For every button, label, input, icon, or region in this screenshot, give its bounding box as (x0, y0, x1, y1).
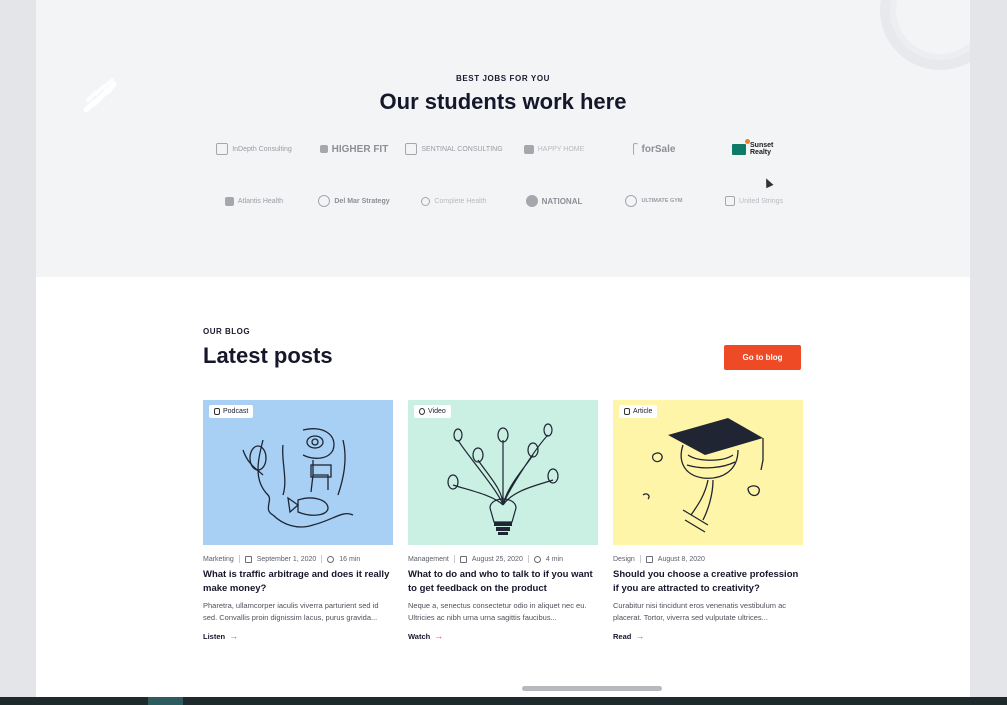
post-image[interactable]: Article (613, 400, 803, 545)
play-icon (419, 408, 425, 415)
arrow-right-icon: → (635, 631, 645, 641)
blog-eyebrow: OUR BLOG (203, 327, 251, 336)
house-icon (523, 144, 534, 154)
shield-icon (525, 195, 538, 207)
box-icon (216, 143, 229, 155)
post-action-link[interactable]: Listen → (203, 631, 393, 641)
post-meta: Management August 25, 2020 4 min (408, 555, 598, 563)
right-margin (970, 0, 1007, 697)
calendar-icon (244, 555, 252, 563)
company-logo-higherfit: HIGHER FIT (304, 140, 404, 158)
post-excerpt: Curabitur nisi tincidunt eros venenatis … (613, 601, 787, 622)
post-action-link[interactable]: Read → (613, 631, 803, 641)
post-duration: 4 min (545, 555, 563, 563)
post-type-badge: Article (619, 405, 658, 418)
lines-icon (319, 145, 328, 153)
post-action-link[interactable]: Watch → (408, 631, 598, 641)
calendar-icon (459, 555, 467, 563)
podcast-illustration (242, 428, 354, 528)
waves-icon (405, 143, 418, 155)
post-title[interactable]: What to do and who to talk to if you wan… (408, 568, 598, 596)
swirl-icon (318, 195, 331, 207)
post-date: August 8, 2020 (657, 555, 705, 563)
post-date: September 1, 2020 (256, 555, 317, 563)
post-excerpt: Pharetra, ullamcorper iaculis viverra pa… (203, 601, 379, 622)
blog-section: OUR BLOG Latest posts Go to blog Podcast… (36, 277, 970, 697)
company-logo-sunset-realty: Sunset Realty (704, 138, 804, 158)
microphone-icon (214, 408, 220, 415)
company-logo-unitedstrings: United Strings (704, 192, 804, 210)
post-image[interactable]: Video (408, 400, 598, 545)
taskbar (0, 697, 1007, 705)
post-title[interactable]: What is traffic arbitrage and does it re… (203, 568, 393, 596)
company-logo-grid: InDepth Consulting HIGHER FIT SENTINAL C… (204, 138, 804, 210)
company-logo-indepth: InDepth Consulting (204, 140, 304, 158)
jobs-section: BEST JOBS FOR YOU Our students work here… (36, 0, 970, 277)
heart-icon (421, 196, 431, 206)
post-type-badge: Podcast (209, 405, 254, 418)
post-category[interactable]: Design (613, 556, 635, 563)
company-logo-ultimategym: ULTIMATE GYM (604, 192, 704, 210)
horizontal-scrollbar[interactable] (522, 686, 662, 691)
blog-post-card[interactable]: Video Management August 25, 2020 4 min W… (408, 400, 598, 641)
graduation-illustration (642, 418, 764, 533)
post-date: August 25, 2020 (471, 555, 523, 563)
go-to-blog-button[interactable]: Go to blog (724, 345, 801, 370)
company-logo-delmar: Del Mar Strategy (304, 192, 404, 210)
taskbar-tab[interactable] (148, 697, 183, 705)
lightbulb-illustration (447, 423, 559, 535)
post-duration: 16 min (339, 555, 361, 563)
squares-icon (725, 196, 736, 206)
blog-post-card[interactable]: Podcast Marketing September 1, 2020 16 m… (203, 400, 393, 641)
post-type-badge: Video (414, 405, 451, 418)
company-logo-completehealth: Complete Health (404, 192, 504, 210)
post-excerpt: Neque a, senectus consectetur odio in al… (408, 601, 587, 622)
left-margin (0, 0, 36, 697)
company-logo-national: NATIONAL (504, 192, 604, 210)
post-meta: Marketing September 1, 2020 16 min (203, 555, 393, 563)
house-sun-icon (732, 138, 750, 155)
jobs-title: Our students work here (379, 89, 627, 114)
document-icon (624, 408, 630, 415)
post-category[interactable]: Marketing (203, 556, 234, 563)
company-logo-sentinal: SENTINAL CONSULTING (404, 140, 504, 158)
arrow-right-icon: → (434, 631, 444, 641)
post-image[interactable]: Podcast (203, 400, 393, 545)
company-logo-forsale: forSale (604, 140, 704, 158)
post-title[interactable]: Should you choose a creative profession … (613, 568, 803, 596)
jobs-eyebrow: BEST JOBS FOR YOU (455, 74, 551, 83)
post-category[interactable]: Management (408, 556, 449, 563)
sign-icon (632, 143, 638, 155)
arrow-right-icon: → (229, 631, 239, 641)
company-logo-happyhome: HAPPY HOME (504, 140, 604, 158)
post-meta: Design August 8, 2020 (613, 555, 803, 563)
cross-icon (224, 196, 234, 206)
clock-icon (327, 555, 335, 563)
circle-icon (625, 195, 638, 207)
company-logo-atlantis: Atlantis Health (204, 192, 304, 210)
calendar-icon (645, 555, 653, 563)
blog-post-card[interactable]: Article Design August 8, 2020 Should you… (613, 400, 803, 641)
blog-title: Latest posts (203, 343, 333, 368)
clock-icon (533, 555, 541, 563)
